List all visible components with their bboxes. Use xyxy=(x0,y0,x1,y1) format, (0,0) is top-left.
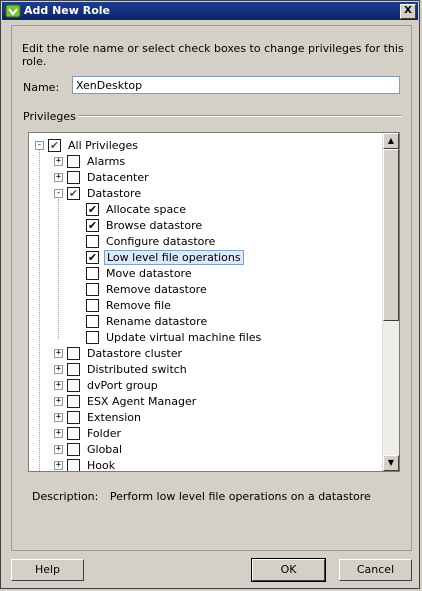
tree-item-label[interactable]: Allocate space xyxy=(104,203,188,216)
tree-item-label[interactable]: ESX Agent Manager xyxy=(85,395,198,408)
tree-item[interactable]: + Datastore cluster xyxy=(54,345,184,361)
privilege-checkbox[interactable] xyxy=(86,266,99,280)
tree-item[interactable]: + Distributed switch xyxy=(54,361,189,377)
title-bar[interactable]: Add New Role X xyxy=(2,2,418,20)
tree-item[interactable]: ✔ Browse datastore xyxy=(86,217,204,233)
tree-item-label[interactable]: Move datastore xyxy=(104,267,194,280)
expand-icon[interactable]: + xyxy=(54,156,63,166)
tree-item[interactable]: + dvPort group xyxy=(54,377,160,393)
tree-item-label[interactable]: dvPort group xyxy=(85,379,160,392)
privilege-checkbox[interactable] xyxy=(67,362,80,376)
collapse-icon[interactable]: - xyxy=(54,188,63,198)
privilege-checkbox[interactable]: ✔ xyxy=(67,186,80,200)
privilege-checkbox[interactable] xyxy=(86,330,99,344)
description-label: Description: xyxy=(32,490,99,503)
tree-item[interactable]: Rename datastore xyxy=(86,313,209,329)
privilege-checkbox[interactable] xyxy=(86,314,99,328)
tree-item[interactable]: Remove file xyxy=(86,297,173,313)
privilege-checkbox[interactable]: ✔ xyxy=(86,218,99,232)
role-name-input[interactable]: XenDesktop xyxy=(72,76,400,94)
tree-item[interactable]: - ✔ All Privileges xyxy=(35,137,140,153)
expand-icon[interactable]: + xyxy=(54,396,63,406)
help-button[interactable]: Help xyxy=(11,559,84,581)
description-area: Description: Perform low level file oper… xyxy=(32,490,371,503)
privilege-checkbox[interactable] xyxy=(67,378,80,392)
privilege-checkbox[interactable] xyxy=(67,346,80,360)
tree-item-label[interactable]: All Privileges xyxy=(66,139,140,152)
close-button[interactable]: X xyxy=(400,4,416,19)
privilege-checkbox[interactable] xyxy=(86,298,99,312)
tree-connector-line xyxy=(58,199,59,339)
privilege-checkbox[interactable] xyxy=(86,234,99,248)
expand-icon[interactable]: + xyxy=(54,364,63,374)
tree-item[interactable]: Update virtual machine files xyxy=(86,329,263,345)
privileges-tree[interactable]: - ✔ All Privileges + Alarms + Datacenter - ✔ Data… xyxy=(28,132,400,472)
tree-item[interactable]: + Datacenter xyxy=(54,169,151,185)
tree-item[interactable]: + Extension xyxy=(54,409,143,425)
expand-icon[interactable]: + xyxy=(54,428,63,438)
vsphere-app-icon xyxy=(5,4,21,18)
expand-icon[interactable]: + xyxy=(54,412,63,422)
dialog-content: Edit the role name or select check boxes… xyxy=(11,25,412,551)
tree-item-label[interactable]: Global xyxy=(85,443,124,456)
privileges-divider xyxy=(78,115,402,117)
tree-item-label[interactable]: Datacenter xyxy=(85,171,151,184)
tree-item[interactable]: - ✔ Datastore xyxy=(54,185,143,201)
add-new-role-dialog: Add New Role X Edit the role name or sel… xyxy=(0,0,420,589)
tree-item-label[interactable]: Hook xyxy=(85,459,117,472)
tree-item-label[interactable]: Extension xyxy=(85,411,143,424)
scroll-thumb[interactable] xyxy=(383,149,399,321)
expand-icon[interactable]: + xyxy=(54,172,63,182)
privilege-checkbox[interactable] xyxy=(67,442,80,456)
privilege-checkbox[interactable] xyxy=(67,458,80,471)
tree-item-label[interactable]: Alarms xyxy=(85,155,127,168)
privilege-checkbox[interactable] xyxy=(67,410,80,424)
privilege-checkbox[interactable] xyxy=(67,394,80,408)
privilege-checkbox[interactable] xyxy=(67,154,80,168)
name-label: Name: xyxy=(23,81,60,94)
tree-item-label[interactable]: Low level file operations xyxy=(104,249,244,265)
tree-item[interactable]: + Alarms xyxy=(54,153,127,169)
tree-item[interactable]: Move datastore xyxy=(86,265,194,281)
tree-item[interactable]: + ESX Agent Manager xyxy=(54,393,198,409)
expand-icon[interactable]: + xyxy=(54,444,63,454)
expand-icon[interactable]: + xyxy=(54,380,63,390)
tree-item-label[interactable]: Update virtual machine files xyxy=(104,331,263,344)
tree-item-label[interactable]: Remove datastore xyxy=(104,283,209,296)
tree-item-label[interactable]: Datastore cluster xyxy=(85,347,184,360)
tree-item[interactable]: ✔ Allocate space xyxy=(86,201,188,217)
privilege-checkbox[interactable]: ✔ xyxy=(86,250,99,264)
tree-item[interactable]: Remove datastore xyxy=(86,281,209,297)
tree-item[interactable]: Configure datastore xyxy=(86,233,217,249)
tree-item-label[interactable]: Folder xyxy=(85,427,123,440)
tree-item-label[interactable]: Configure datastore xyxy=(104,235,217,248)
privilege-checkbox[interactable] xyxy=(67,426,80,440)
privilege-checkbox[interactable] xyxy=(67,170,80,184)
ok-button[interactable]: OK xyxy=(251,558,326,582)
tree-item-label[interactable]: Remove file xyxy=(104,299,173,312)
instructions-text: Edit the role name or select check boxes… xyxy=(22,42,404,68)
privileges-label: Privileges xyxy=(23,110,76,123)
cancel-button[interactable]: Cancel xyxy=(339,559,412,581)
scroll-up-button[interactable]: ▲ xyxy=(383,133,399,149)
tree-connector-line xyxy=(39,149,40,471)
tree-scrollbar[interactable]: ▲ ▼ xyxy=(382,133,399,471)
tree-item[interactable]: + Folder xyxy=(54,425,123,441)
privilege-checkbox[interactable]: ✔ xyxy=(48,138,61,152)
privilege-checkbox[interactable]: ✔ xyxy=(86,202,99,216)
tree-item-label[interactable]: Distributed switch xyxy=(85,363,189,376)
expand-icon[interactable]: + xyxy=(54,348,63,358)
scroll-down-button[interactable]: ▼ xyxy=(383,455,399,471)
dialog-title: Add New Role xyxy=(24,4,111,17)
tree-item-label[interactable]: Datastore xyxy=(85,187,143,200)
tree-item[interactable]: + Hook xyxy=(54,457,117,472)
tree-item-label[interactable]: Rename datastore xyxy=(104,315,209,328)
tree-item[interactable]: + Global xyxy=(54,441,124,457)
privilege-checkbox[interactable] xyxy=(86,282,99,296)
tree-item-label[interactable]: Browse datastore xyxy=(104,219,204,232)
tree-item[interactable]: ✔ Low level file operations xyxy=(86,249,244,265)
description-text: Perform low level file operations on a d… xyxy=(109,490,371,503)
expand-icon[interactable]: + xyxy=(54,460,63,470)
